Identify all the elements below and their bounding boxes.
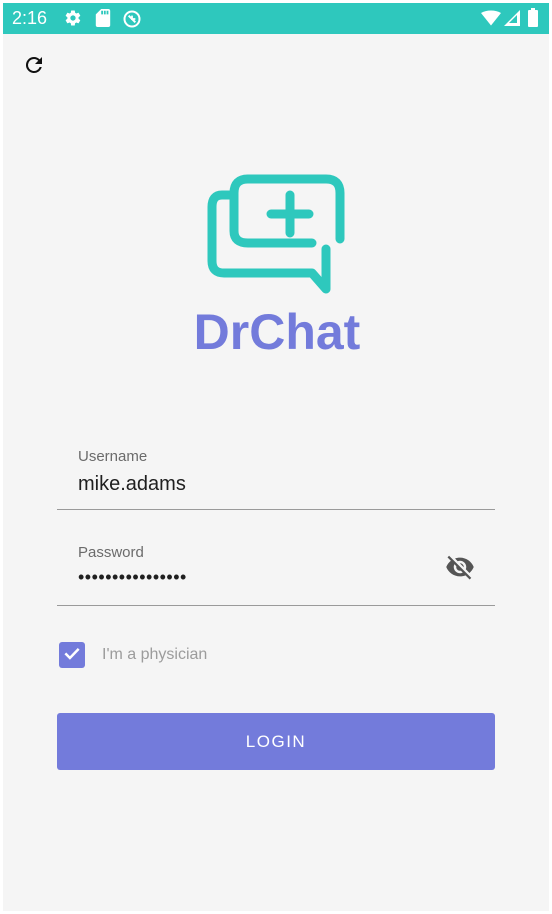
app-screen: 2:16 DrChat Username mike.adams Password… xyxy=(3,3,549,911)
signal-icon xyxy=(504,10,520,31)
drchat-logo: DrChat xyxy=(190,173,365,360)
wifi-icon xyxy=(481,10,501,31)
password-field[interactable]: Password •••••••••••••••• xyxy=(57,531,495,606)
settings-icon xyxy=(64,9,82,32)
password-input[interactable]: •••••••••••••••• xyxy=(78,567,187,588)
password-label: Password xyxy=(78,544,144,561)
username-input[interactable]: mike.adams xyxy=(78,473,186,496)
password-visibility-toggle[interactable] xyxy=(444,553,476,585)
refresh-icon xyxy=(22,53,46,82)
status-time: 2:16 xyxy=(12,8,48,28)
physician-checkbox-label[interactable]: I'm a physician xyxy=(102,646,207,664)
logo-text: DrChat xyxy=(194,304,361,355)
sd-card-icon xyxy=(95,9,111,32)
battery-icon xyxy=(528,8,538,32)
login-button[interactable]: LOGIN xyxy=(57,713,495,770)
username-field[interactable]: Username mike.adams xyxy=(57,435,495,510)
refresh-button[interactable] xyxy=(21,54,47,80)
physician-checkbox[interactable] xyxy=(59,642,85,668)
login-button-label: LOGIN xyxy=(245,731,307,751)
checkmark-icon xyxy=(62,643,82,668)
drchat-logo-mark: DrChat xyxy=(194,174,361,360)
username-label: Username xyxy=(78,448,148,465)
visibility-off-icon xyxy=(445,552,475,587)
data-saver-icon xyxy=(122,9,142,34)
status-bar: 2:16 xyxy=(3,3,549,34)
